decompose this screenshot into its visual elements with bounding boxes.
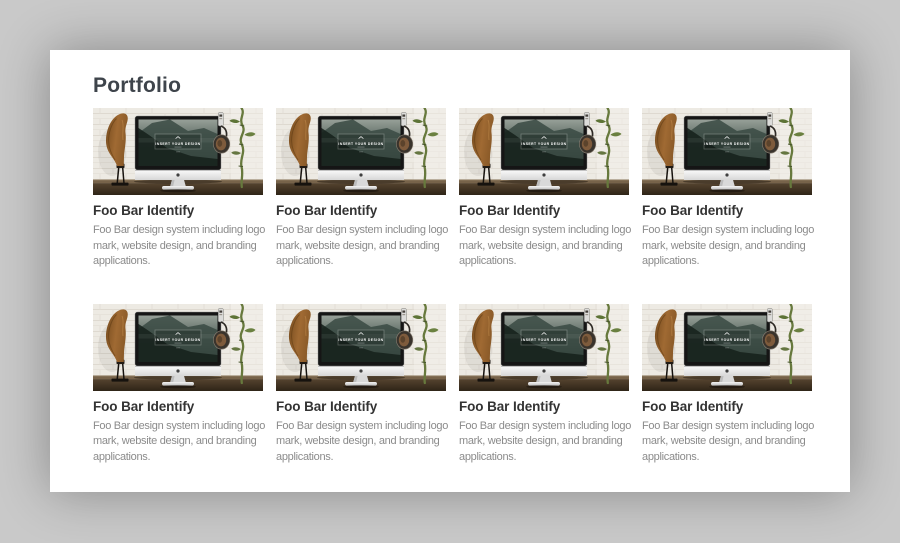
card-description: Foo Bar design system including logo mar…	[276, 223, 453, 270]
portfolio-thumbnail[interactable]	[93, 304, 263, 391]
page-content: Portfolio Foo Bar Identify Foo Bar desig…	[50, 50, 850, 465]
portfolio-grid: Foo Bar Identify Foo Bar design system i…	[93, 108, 812, 465]
card-description: Foo Bar design system including logo mar…	[459, 419, 636, 466]
card-title: Foo Bar Identify	[276, 203, 446, 219]
card-title: Foo Bar Identify	[642, 203, 812, 219]
portfolio-thumbnail[interactable]	[276, 108, 446, 195]
imac-scene-image	[276, 108, 446, 195]
portfolio-card: Foo Bar Identify Foo Bar design system i…	[276, 304, 446, 466]
imac-scene-image	[459, 304, 629, 391]
portfolio-card: Foo Bar Identify Foo Bar design system i…	[93, 304, 263, 466]
card-description: Foo Bar design system including logo mar…	[93, 419, 270, 466]
card-title: Foo Bar Identify	[93, 203, 263, 219]
imac-scene-image	[459, 108, 629, 195]
portfolio-thumbnail[interactable]	[459, 108, 629, 195]
portfolio-card: Foo Bar Identify Foo Bar design system i…	[93, 108, 263, 270]
card-description: Foo Bar design system including logo mar…	[93, 223, 270, 270]
portfolio-card: Foo Bar Identify Foo Bar design system i…	[459, 108, 629, 270]
card-description: Foo Bar design system including logo mar…	[642, 223, 819, 270]
portfolio-thumbnail[interactable]	[459, 304, 629, 391]
portfolio-card: Foo Bar Identify Foo Bar design system i…	[276, 108, 446, 270]
portfolio-thumbnail[interactable]	[642, 108, 812, 195]
portfolio-card: Foo Bar Identify Foo Bar design system i…	[459, 304, 629, 466]
card-title: Foo Bar Identify	[642, 399, 812, 415]
card-description: Foo Bar design system including logo mar…	[276, 419, 453, 466]
card-description: Foo Bar design system including logo mar…	[642, 419, 819, 466]
imac-scene-image	[276, 304, 446, 391]
imac-scene-image	[642, 304, 812, 391]
page-title: Portfolio	[93, 74, 812, 98]
card-title: Foo Bar Identify	[459, 203, 629, 219]
portfolio-thumbnail[interactable]	[93, 108, 263, 195]
portfolio-card: Foo Bar Identify Foo Bar design system i…	[642, 108, 812, 270]
portfolio-card: Foo Bar Identify Foo Bar design system i…	[642, 304, 812, 466]
portfolio-thumbnail[interactable]	[276, 304, 446, 391]
imac-scene-image	[93, 304, 263, 391]
card-title: Foo Bar Identify	[276, 399, 446, 415]
portfolio-thumbnail[interactable]	[642, 304, 812, 391]
portfolio-page: Portfolio Foo Bar Identify Foo Bar desig…	[50, 50, 850, 492]
card-title: Foo Bar Identify	[93, 399, 263, 415]
card-description: Foo Bar design system including logo mar…	[459, 223, 636, 270]
imac-scene-image	[642, 108, 812, 195]
imac-scene-image	[93, 108, 263, 195]
card-title: Foo Bar Identify	[459, 399, 629, 415]
